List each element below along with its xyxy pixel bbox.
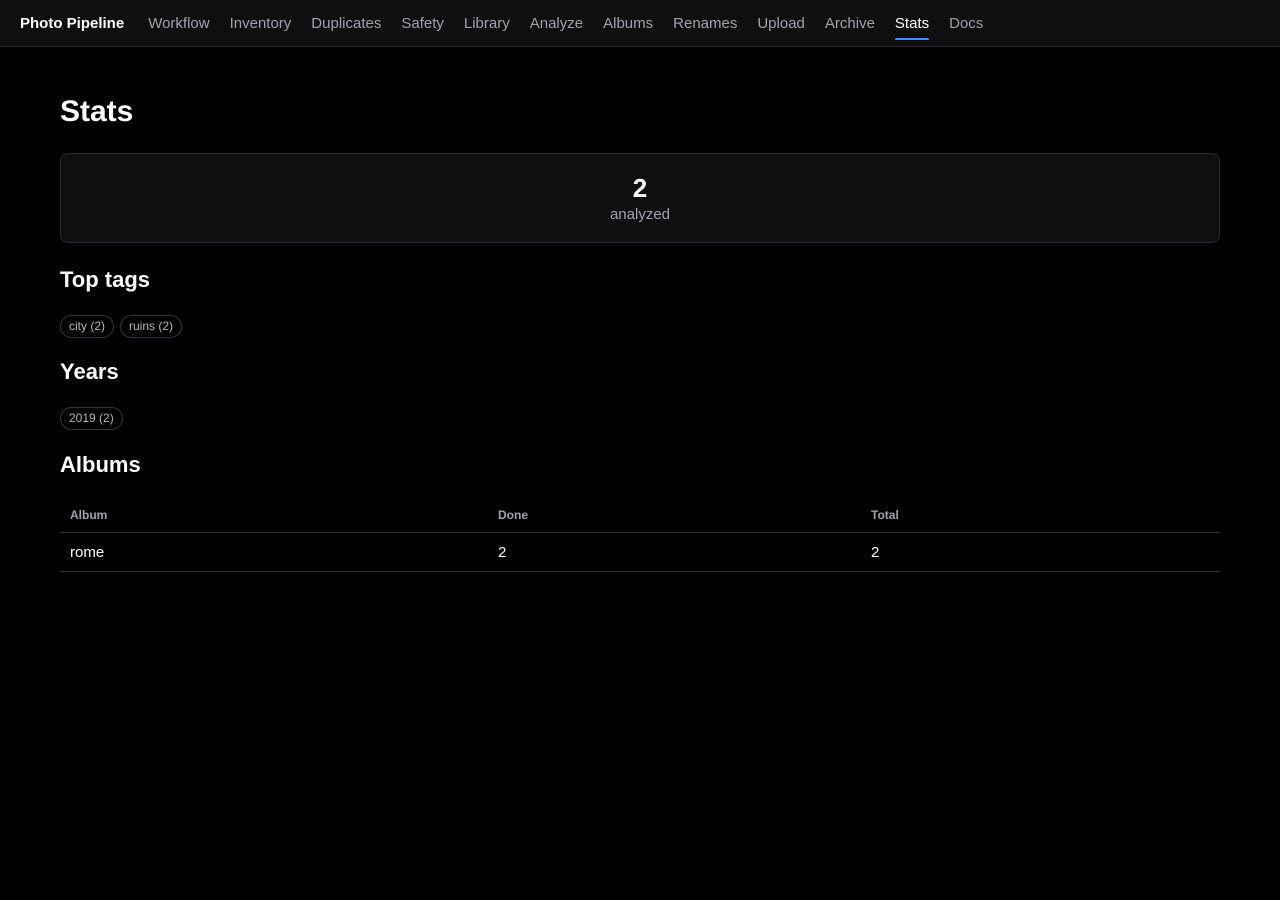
nav-link-stats[interactable]: Stats <box>894 0 930 47</box>
column-header-total: Total <box>861 498 1220 533</box>
albums-heading: Albums <box>60 452 141 477</box>
nav-link-workflow[interactable]: Workflow <box>148 0 209 47</box>
albums-table: Album Done Total rome 2 2 <box>60 498 1220 572</box>
nav-link-inventory[interactable]: Inventory <box>230 0 292 47</box>
years-heading: Years <box>60 359 119 384</box>
tag-chip: ruins (2) <box>120 315 183 338</box>
album-done-cell: 2 <box>488 532 861 572</box>
nav-link-analyze[interactable]: Analyze <box>530 0 583 47</box>
nav-link-upload[interactable]: Upload <box>757 0 805 47</box>
years-list: 2019 (2) <box>60 407 1220 430</box>
table-row: rome 2 2 <box>60 532 1220 572</box>
nav-links: Workflow Inventory Duplicates Safety Lib… <box>148 0 1003 47</box>
analyzed-count: 2 <box>632 172 648 203</box>
column-header-album: Album <box>60 498 488 533</box>
nav-link-archive[interactable]: Archive <box>825 0 875 47</box>
table-header-row: Album Done Total <box>60 498 1220 533</box>
app-brand[interactable]: Photo Pipeline <box>20 15 124 32</box>
top-tags-heading: Top tags <box>60 267 151 292</box>
nav-link-duplicates[interactable]: Duplicates <box>311 0 381 47</box>
main-content: Stats 2 analyzed Top tags city (2) ruins… <box>60 48 1220 572</box>
year-chip: 2019 (2) <box>60 407 123 430</box>
album-name-cell: rome <box>60 532 488 572</box>
analyzed-label: analyzed <box>609 205 671 223</box>
top-tags-list: city (2) ruins (2) <box>60 315 1220 338</box>
nav-link-safety[interactable]: Safety <box>401 0 444 47</box>
page-title: Stats <box>60 95 134 128</box>
tag-chip: city (2) <box>60 315 114 338</box>
album-total-cell: 2 <box>861 532 1220 572</box>
top-navigation: Photo Pipeline Workflow Inventory Duplic… <box>0 0 1280 47</box>
nav-link-renames[interactable]: Renames <box>673 0 737 47</box>
column-header-done: Done <box>488 498 861 533</box>
analyzed-stat-card: 2 analyzed <box>60 153 1220 243</box>
nav-link-docs[interactable]: Docs <box>949 0 983 47</box>
nav-link-library[interactable]: Library <box>464 0 510 47</box>
nav-link-albums[interactable]: Albums <box>603 0 653 47</box>
